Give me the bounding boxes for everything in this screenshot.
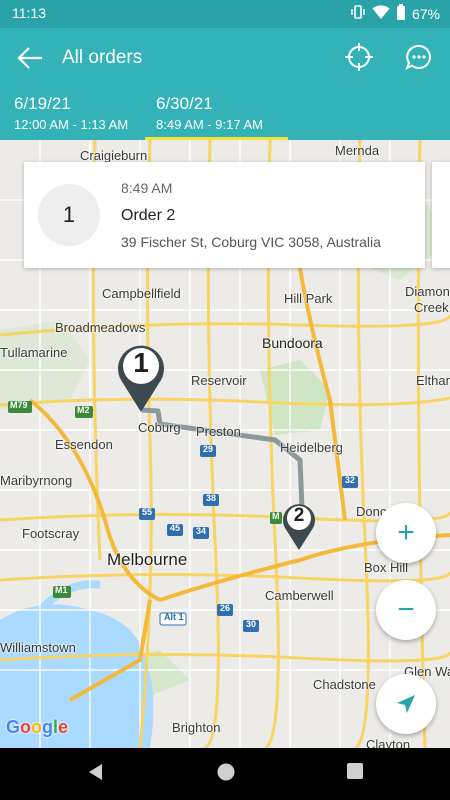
zoom-in-button[interactable]: + — [376, 503, 436, 563]
shield-30: 30 — [246, 619, 257, 629]
label-tullamarine: Tullamarine — [0, 345, 68, 360]
battery-percent: 67% — [411, 5, 440, 22]
status-bar: 11:13 67% — [0, 0, 450, 28]
shield-m3: M — [272, 511, 280, 521]
status-time: 11:13 — [12, 5, 46, 21]
nav-back-icon[interactable] — [86, 762, 104, 787]
map-marker-2[interactable]: 2 — [282, 502, 316, 552]
label-heidelberg: Heidelberg — [280, 440, 343, 455]
google-logo: Google — [6, 717, 69, 737]
label-creek: Creek — [414, 300, 449, 315]
order-name: Order 2 — [121, 207, 176, 224]
label-broadmeadows: Broadmeadows — [55, 320, 146, 335]
navigation-arrow-icon — [397, 695, 415, 713]
tab-6-30-21[interactable]: 6/30/21 8:49 AM - 9:17 AM — [156, 94, 263, 132]
label-mernda: Mernda — [335, 143, 380, 158]
wifi-icon — [372, 4, 390, 23]
zoom-out-button[interactable]: − — [376, 580, 436, 640]
order-number-badge: 1 — [38, 184, 100, 246]
date-tabs: 6/19/21 12:00 AM - 1:13 AM 6/30/21 8:49 … — [0, 88, 450, 140]
label-diamond: Diamon — [405, 284, 450, 299]
nav-home-icon[interactable] — [216, 762, 236, 787]
label-melbourne: Melbourne — [107, 550, 188, 569]
shield-29: 29 — [203, 444, 214, 454]
map-marker-1-label: 1 — [133, 347, 149, 378]
label-craigieburn: Craigieburn — [80, 148, 148, 163]
nav-recents-icon[interactable] — [346, 762, 364, 785]
next-order-card-peek[interactable] — [432, 162, 450, 268]
shield-55: 55 — [142, 507, 153, 517]
arrow-back-icon[interactable] — [14, 42, 46, 74]
shield-m1: M1 — [55, 585, 68, 595]
label-camberwell: Camberwell — [265, 588, 334, 603]
label-campbellfield: Campbellfield — [102, 286, 181, 301]
battery-icon — [396, 4, 406, 23]
shield-alt1: Alt 1 — [164, 612, 184, 622]
label-reservoir: Reservoir — [191, 373, 247, 388]
label-hill-park: Hill Park — [284, 291, 333, 306]
shield-32: 32 — [345, 475, 356, 485]
label-maribyrnong: Maribyrnong — [0, 473, 73, 488]
label-coburg: Coburg — [138, 420, 181, 435]
shield-38: 38 — [206, 493, 217, 503]
label-williamstown: Williamstown — [0, 640, 76, 655]
shield-26: 26 — [220, 603, 231, 613]
shield-45: 45 — [170, 523, 181, 533]
label-bundoora: Bundoora — [262, 335, 323, 351]
crosshair-target-icon[interactable] — [344, 42, 374, 72]
label-eltham: Eltham — [416, 373, 450, 388]
shield-m2: M2 — [77, 405, 90, 415]
label-essendon: Essendon — [55, 437, 113, 452]
label-chadstone: Chadstone — [313, 677, 376, 692]
shield-m79: M79 — [10, 400, 28, 410]
chat-bubble-icon[interactable] — [404, 42, 434, 72]
page-title: All orders — [62, 47, 143, 68]
order-address: 39 Fischer St, Coburg VIC 3058, Australi… — [121, 234, 381, 250]
navigate-button[interactable] — [376, 674, 436, 734]
tab-6-19-21[interactable]: 6/19/21 12:00 AM - 1:13 AM — [14, 94, 128, 132]
minus-icon: − — [397, 593, 415, 626]
system-nav-bar — [0, 748, 450, 800]
map-marker-2-label: 2 — [293, 505, 305, 526]
label-preston: Preston — [196, 424, 241, 439]
label-brighton: Brighton — [172, 720, 221, 735]
order-time: 8:49 AM — [121, 180, 173, 196]
app-bar: All orders — [0, 28, 450, 88]
label-footscray: Footscray — [22, 526, 80, 541]
shield-34: 34 — [196, 526, 207, 536]
map-marker-1[interactable]: 1 — [116, 342, 166, 414]
vibrate-icon — [350, 4, 366, 23]
order-card[interactable]: 1 8:49 AM Order 2 39 Fischer St, Coburg … — [24, 162, 425, 268]
label-clayton: Clayton — [366, 737, 411, 748]
plus-icon: + — [397, 516, 415, 549]
